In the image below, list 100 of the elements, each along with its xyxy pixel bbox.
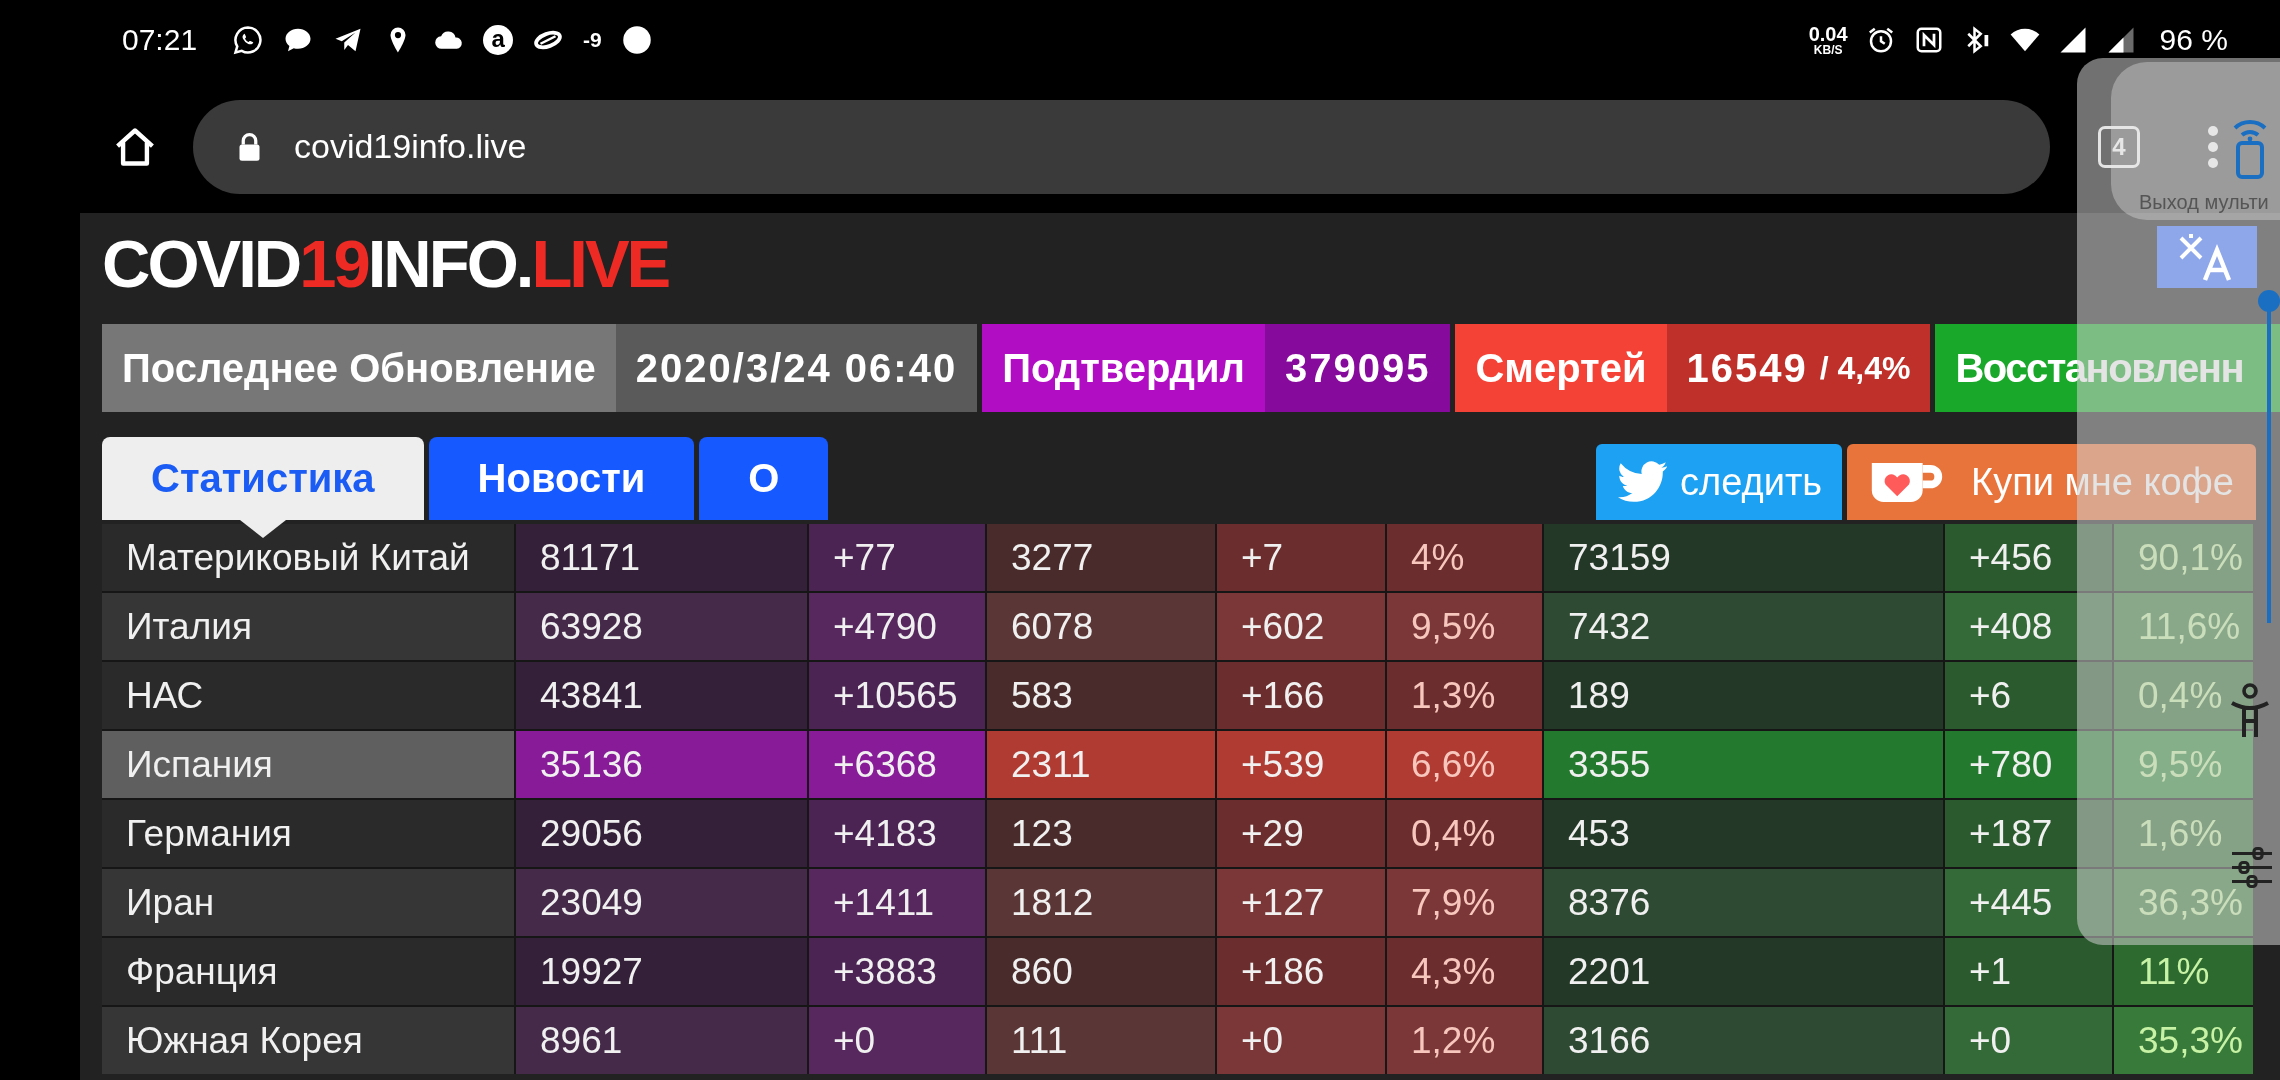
table-cell: 860 xyxy=(987,938,1215,1005)
notification-badge: a xyxy=(483,25,514,55)
battery-percent: 96 % xyxy=(2159,23,2228,57)
nfc-icon xyxy=(1913,25,1944,55)
table-cell: 19927 xyxy=(516,938,807,1005)
table-cell: +3883 xyxy=(809,938,985,1005)
table-cell: 0,4% xyxy=(2114,662,2253,729)
table-cell: 1,3% xyxy=(1387,662,1542,729)
stat-value: 379095 xyxy=(1264,324,1451,412)
table-cell: +0 xyxy=(1945,1007,2112,1074)
table-cell: 23049 xyxy=(516,869,807,936)
table-cell: +187 xyxy=(1945,800,2112,867)
table-cell: 6078 xyxy=(987,593,1215,660)
vertical-slider-track[interactable] xyxy=(2258,290,2280,623)
table-cell: 35136 xyxy=(516,731,807,798)
table-cell: 29056 xyxy=(516,800,807,867)
table-cell: +1 xyxy=(1945,938,2112,1005)
table-cell: 2311 xyxy=(987,731,1215,798)
table-cell: 4% xyxy=(1387,524,1542,591)
table-cell: 123 xyxy=(987,800,1215,867)
table-cell: +408 xyxy=(1945,593,2112,660)
site-logo[interactable]: COVID19INFO.LIVE xyxy=(102,229,669,298)
table-cell: 9,5% xyxy=(1387,593,1542,660)
table-cell: +6 xyxy=(1945,662,2112,729)
table-cell: 35,3% xyxy=(2114,1007,2253,1074)
table-cell: +77 xyxy=(809,524,985,591)
table-cell: Германия xyxy=(102,800,514,867)
table-cell: +6368 xyxy=(809,731,985,798)
tab-pointer-icon xyxy=(239,520,286,538)
table-cell: 6,6% xyxy=(1387,731,1542,798)
table-cell: 0,4% xyxy=(1387,800,1542,867)
table-cell: 90,1% xyxy=(2114,524,2253,591)
table-cell: 1,6% xyxy=(2114,800,2253,867)
lock-icon xyxy=(237,131,262,162)
dot-icon xyxy=(621,25,652,55)
table-cell: +127 xyxy=(1217,869,1385,936)
table-row[interactable]: НАС 43841 +10565 583 +166 1,3% 189 +6 0,4% xyxy=(102,662,2253,729)
table-row[interactable]: Франция 19927 +3883 860 +186 4,3% 2201 +1 11% xyxy=(102,938,2253,1005)
table-cell: 36,3% xyxy=(2114,869,2253,936)
table-cell: +780 xyxy=(1945,731,2112,798)
table-cell: НАС xyxy=(102,662,514,729)
table-cell: +1411 xyxy=(809,869,985,936)
table-cell: +4790 xyxy=(809,593,985,660)
table-cell: +186 xyxy=(1217,938,1385,1005)
table-cell: +456 xyxy=(1945,524,2112,591)
stat-label: Смертей xyxy=(1455,324,1667,412)
table-cell: 81171 xyxy=(516,524,807,591)
table-cell: Франция xyxy=(102,938,514,1005)
table-cell: 7432 xyxy=(1544,593,1943,660)
table-cell: 4,3% xyxy=(1387,938,1542,1005)
table-cell: +29 xyxy=(1217,800,1385,867)
table-cell: Южная Корея xyxy=(102,1007,514,1074)
table-cell: Иран xyxy=(102,869,514,936)
table-cell: 7,9% xyxy=(1387,869,1542,936)
table-cell: 3355 xyxy=(1544,731,1943,798)
table-cell: 1,2% xyxy=(1387,1007,1542,1074)
table-cell: 1812 xyxy=(987,869,1215,936)
table-cell: +166 xyxy=(1217,662,1385,729)
table-cell: 111 xyxy=(987,1007,1215,1074)
table-cell: 8376 xyxy=(1544,869,1943,936)
table-cell: 63928 xyxy=(516,593,807,660)
table-cell: +0 xyxy=(809,1007,985,1074)
bird-icon xyxy=(1618,461,1669,503)
translate-icon[interactable] xyxy=(2157,226,2257,288)
table-cell: +7 xyxy=(1217,524,1385,591)
stat-label: Подтвердил xyxy=(982,324,1265,412)
table-cell: 9,5% xyxy=(2114,731,2253,798)
table-cell: 8961 xyxy=(516,1007,807,1074)
table-row[interactable]: Иран 23049 +1411 1812 +127 7,9% 8376 +445 36,3% xyxy=(102,869,2253,936)
table-cell: Италия xyxy=(102,593,514,660)
tab[interactable]: Новости xyxy=(428,437,695,520)
table-row[interactable]: Италия 63928 +4790 6078 +602 9,5% 7432 +408 11,6% xyxy=(102,593,2253,660)
table-cell: 3277 xyxy=(987,524,1215,591)
table-cell: +445 xyxy=(1945,869,2112,936)
clock-time: 07:21 xyxy=(122,23,198,57)
table-cell: 3166 xyxy=(1544,1007,1943,1074)
table-cell: 2201 xyxy=(1544,938,1943,1005)
table-cell: +539 xyxy=(1217,731,1385,798)
table-cell: +0 xyxy=(1217,1007,1385,1074)
tab[interactable]: О xyxy=(699,437,829,520)
network-speed: 0.04 xyxy=(1808,24,1848,44)
table-row[interactable]: Материковый Китай 81171 +77 3277 +7 4% 73159 +456 90,1% xyxy=(102,524,2253,591)
table-cell: 11% xyxy=(2114,938,2253,1005)
table-cell: +602 xyxy=(1217,593,1385,660)
table-row[interactable]: Южная Корея 8961 +0 111 +0 1,2% 3166 +0 35,3% xyxy=(102,1007,2253,1074)
stat-label: Последнее Обновление xyxy=(102,324,616,412)
menu-icon[interactable] xyxy=(2207,124,2219,169)
phone-bubble-icon xyxy=(233,25,264,55)
table-cell: 11,6% xyxy=(2114,593,2253,660)
notification-text: -9 xyxy=(583,28,602,52)
table-cell: +4183 xyxy=(809,800,985,867)
accessibility-icon[interactable] xyxy=(2230,683,2270,739)
table-cell: 43841 xyxy=(516,662,807,729)
table-cell: 583 xyxy=(987,662,1215,729)
stat-value: 2020/3/24 06:40 xyxy=(615,324,978,412)
table-cell: 73159 xyxy=(1544,524,1943,591)
address-field[interactable]: covid19info.live xyxy=(193,99,2050,194)
table-cell: Материковый Китай xyxy=(102,524,514,591)
table-row[interactable]: Испания 35136 +6368 2311 +539 6,6% 3355 +780 9,5% xyxy=(102,731,2253,798)
table-row[interactable]: Германия 29056 +4183 123 +29 0,4% 453 +187 1,6% xyxy=(102,800,2253,867)
